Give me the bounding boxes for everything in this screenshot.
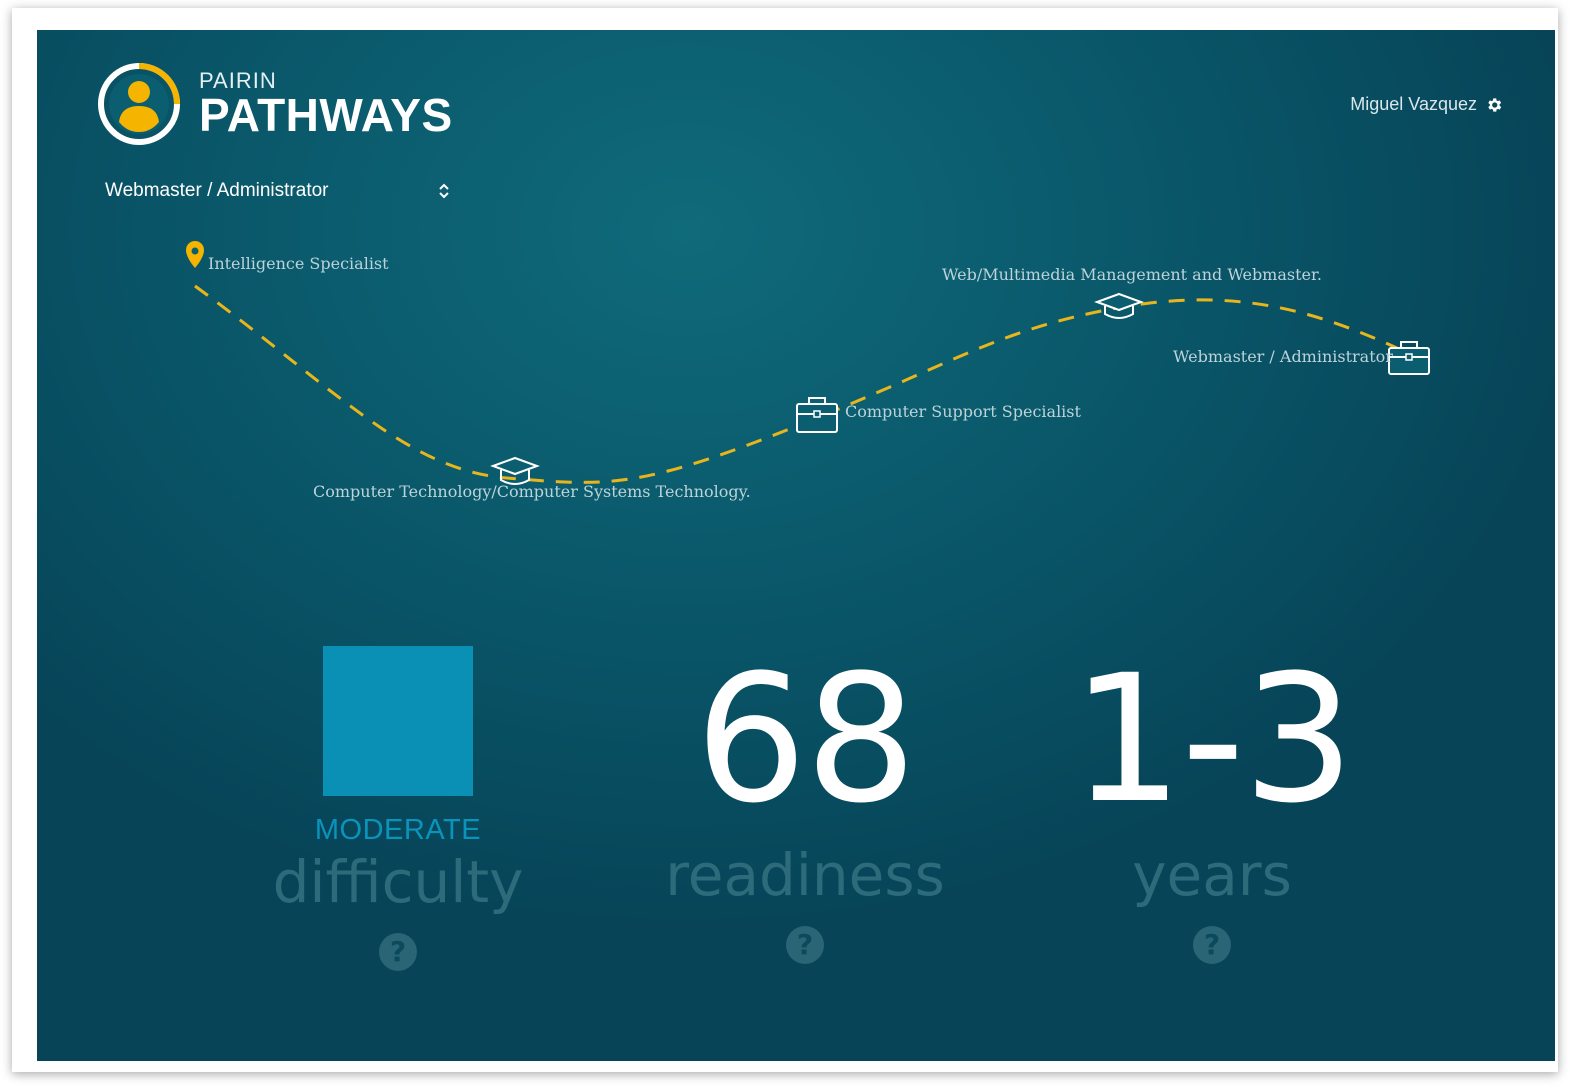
readiness-label: readiness <box>665 841 945 909</box>
readiness-metric: 68 readiness ? <box>605 640 1005 964</box>
years-value: 1-3 <box>1071 637 1354 842</box>
pathway-node-education[interactable]: Web/Multimedia Management and Webmaster. <box>942 265 1322 319</box>
pathway-node-job[interactable]: Computer Support Specialist <box>796 397 1082 433</box>
difficulty-label: difficulty <box>272 848 524 916</box>
years-label: years <box>1132 841 1292 909</box>
difficulty-metric: MODERATE difficulty ? <box>198 640 598 971</box>
briefcase-icon <box>796 397 838 433</box>
difficulty-help-button[interactable]: ? <box>379 933 417 971</box>
pathway-chart: Intelligence Specialist Computer Technol… <box>186 241 1430 501</box>
years-metric: 1-3 years ? <box>1012 640 1412 964</box>
years-help-button[interactable]: ? <box>1193 926 1231 964</box>
difficulty-indicator <box>323 646 473 796</box>
node-label: Computer Support Specialist <box>845 402 1082 421</box>
pathway-node-target[interactable]: Webmaster / Administrator <box>1173 341 1430 375</box>
node-label: Intelligence Specialist <box>208 254 389 273</box>
readiness-help-button[interactable]: ? <box>786 926 824 964</box>
pathway-node-start[interactable]: Intelligence Specialist <box>186 241 389 273</box>
node-label: Web/Multimedia Management and Webmaster. <box>942 265 1322 284</box>
pathway-line <box>194 284 1398 484</box>
readiness-value: 68 <box>695 637 917 842</box>
app-window: PAIRIN PATHWAYS Miguel Vazquez Webmaster… <box>37 30 1555 1061</box>
graduation-cap-icon <box>1094 292 1144 319</box>
difficulty-level: MODERATE <box>314 814 482 846</box>
screenshot-frame: PAIRIN PATHWAYS Miguel Vazquez Webmaster… <box>12 8 1558 1072</box>
node-label: Computer Technology/Computer Systems Tec… <box>313 482 751 501</box>
node-label: Webmaster / Administrator <box>1173 347 1393 366</box>
